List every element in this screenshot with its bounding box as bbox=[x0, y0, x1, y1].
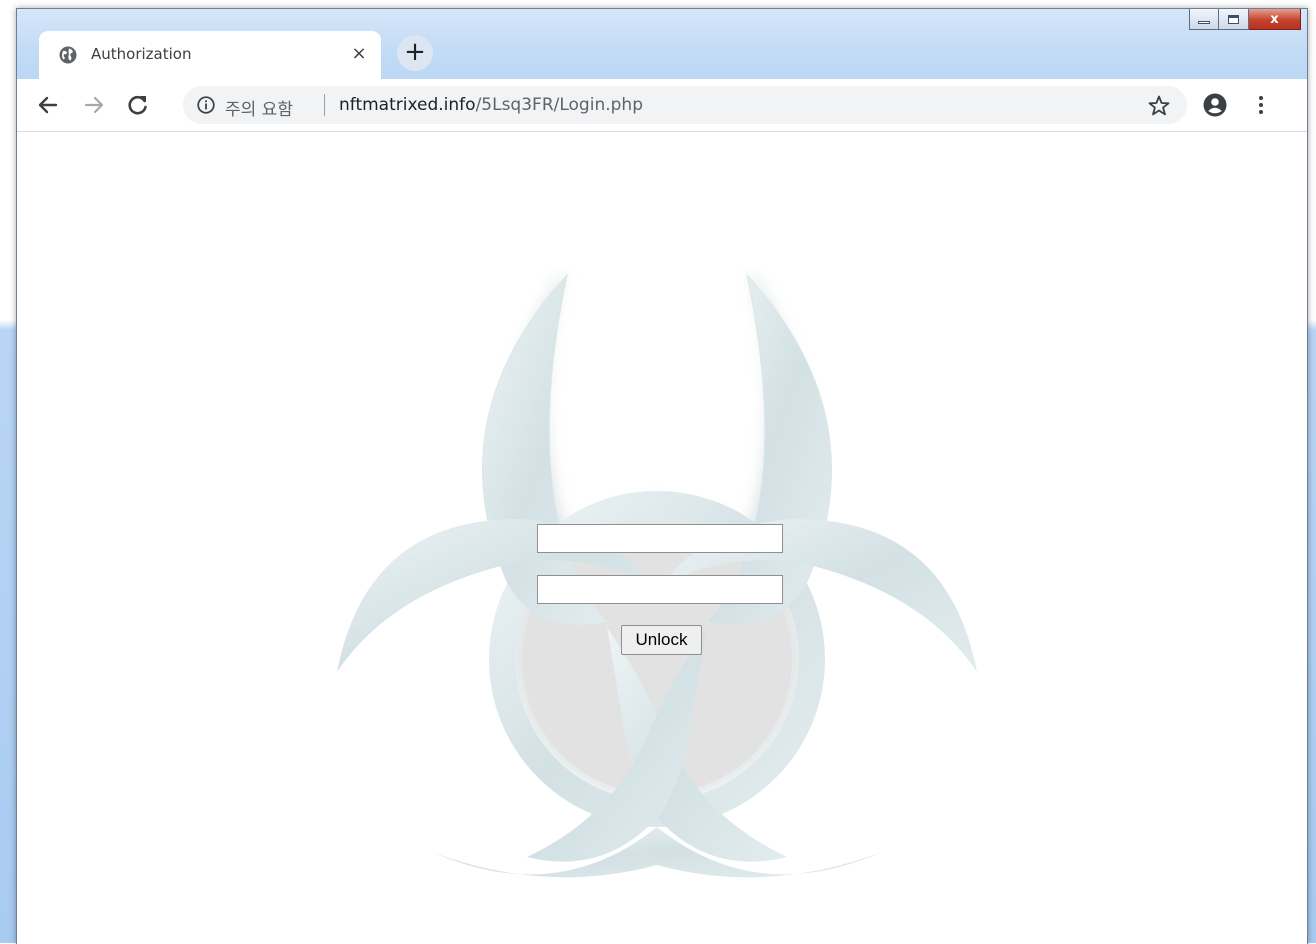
star-icon[interactable] bbox=[1147, 94, 1171, 118]
close-window-button[interactable]: x bbox=[1249, 9, 1301, 30]
unlock-button[interactable]: Unlock bbox=[621, 625, 702, 655]
security-status-label[interactable]: 주의 요함 bbox=[225, 95, 293, 120]
maximize-icon bbox=[1228, 14, 1239, 24]
title-bar: x Authorization × + bbox=[17, 9, 1307, 79]
reload-icon[interactable] bbox=[125, 92, 151, 118]
browser-toolbar: 주의 요함 nftmatrixed.info/5Lsq3FR/Login.php bbox=[17, 79, 1307, 132]
password-input[interactable] bbox=[537, 575, 783, 604]
kebab-menu-icon[interactable] bbox=[1255, 93, 1267, 117]
address-separator bbox=[324, 94, 325, 116]
globe-icon bbox=[59, 46, 77, 64]
close-tab-button[interactable]: × bbox=[349, 44, 369, 64]
url-path: /5Lsq3FR/Login.php bbox=[475, 95, 643, 115]
address-bar[interactable]: 주의 요함 nftmatrixed.info/5Lsq3FR/Login.php bbox=[183, 86, 1187, 124]
close-window-label: x bbox=[1270, 11, 1279, 27]
url-text[interactable]: nftmatrixed.info/5Lsq3FR/Login.php bbox=[339, 95, 643, 115]
maximize-button[interactable] bbox=[1219, 9, 1249, 30]
minimize-icon bbox=[1198, 20, 1210, 24]
profile-icon[interactable] bbox=[1202, 92, 1228, 118]
forward-arrow-icon[interactable] bbox=[81, 92, 107, 118]
info-icon[interactable] bbox=[197, 96, 215, 114]
minimize-button[interactable] bbox=[1189, 9, 1219, 30]
page-content: Unlock bbox=[17, 132, 1307, 944]
new-tab-button[interactable]: + bbox=[397, 35, 433, 71]
tab-title: Authorization bbox=[91, 45, 192, 63]
username-input[interactable] bbox=[537, 524, 783, 553]
url-host: nftmatrixed.info bbox=[339, 95, 476, 115]
browser-window: x Authorization × + 주의 요함 nftmatrixed.in… bbox=[16, 8, 1308, 944]
back-arrow-icon[interactable] bbox=[35, 92, 61, 118]
tab-authorization[interactable]: Authorization × bbox=[39, 31, 381, 79]
window-controls: x bbox=[1189, 9, 1301, 31]
